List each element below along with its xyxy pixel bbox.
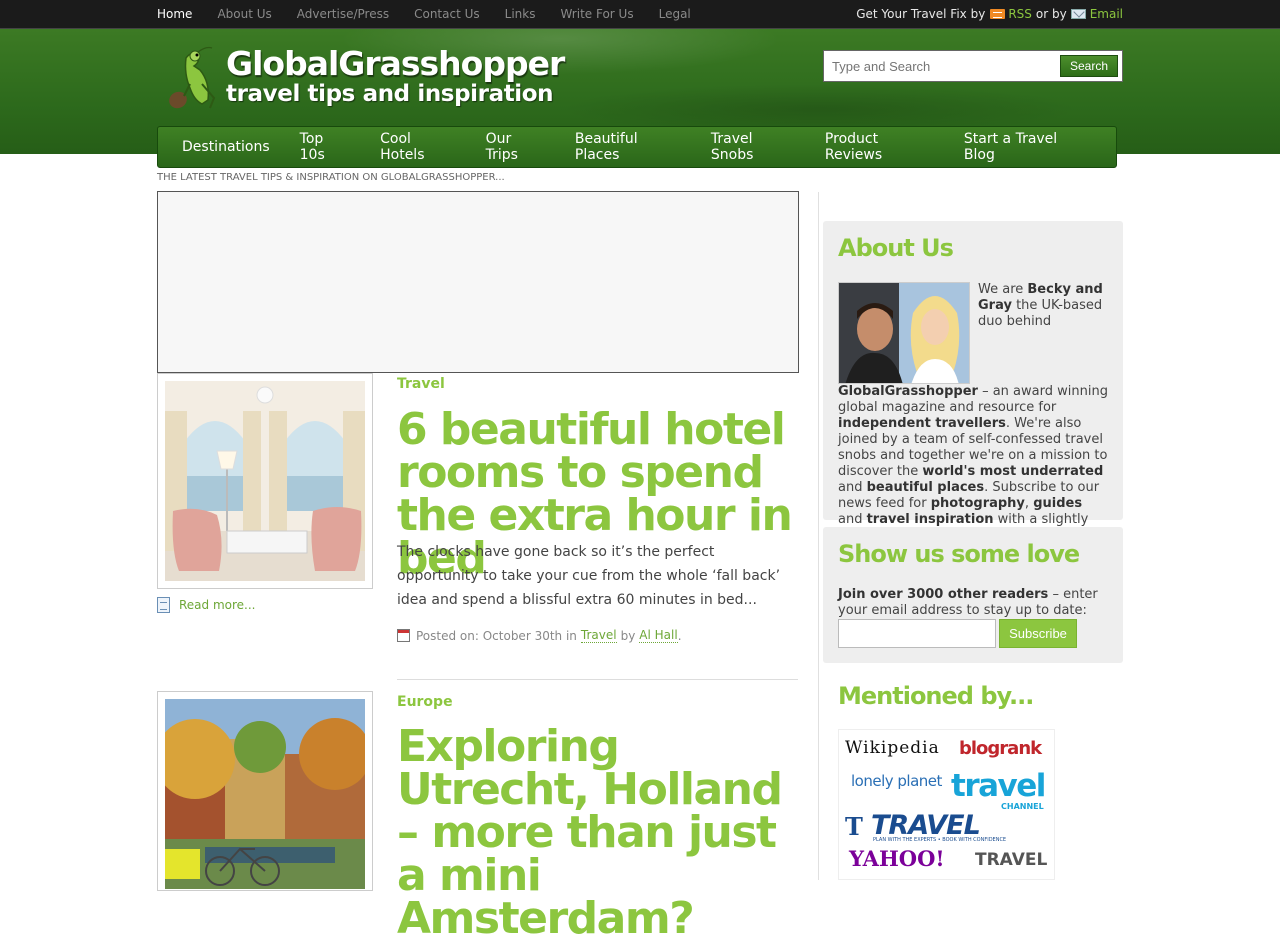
about-text-part: and [838,512,867,527]
post-excerpt: The clocks have gone back so it’s the pe… [397,544,781,608]
email-icon[interactable] [1070,9,1086,19]
rss-link[interactable]: RSS [1008,7,1032,21]
nav-top-10s[interactable]: Top 10s [300,131,350,163]
post-thumbnail[interactable] [157,373,373,589]
nav-beautiful-places[interactable]: Beautiful Places [575,131,681,163]
mentioned-title: Mentioned by... [838,682,1034,710]
about-bold-part: guides [1033,496,1083,511]
nav-travel-snobs[interactable]: Travel Snobs [711,131,795,163]
about-text-part: and [838,480,867,495]
post-category[interactable]: Travel [397,376,445,392]
telegraph-t-icon: T [845,812,863,841]
meta-category-link[interactable]: Travel [580,628,617,643]
travel-channel-logo[interactable]: travel [951,768,1046,804]
travel-fix: Get Your Travel Fix by RSS or by Email [856,0,1123,28]
email-field[interactable] [838,619,996,648]
about-bold-part: independent travellers [838,416,1006,431]
main-nav: Destinations Top 10s Cool Hotels Our Tri… [157,126,1117,168]
by-label: by [620,628,636,643]
top-nav-contact[interactable]: Contact Us [414,7,480,21]
latest-heading: THE LATEST TRAVEL TIPS & INSPIRATION ON … [157,172,505,183]
yahoo-logo[interactable]: YAHOO! [849,846,945,871]
about-text-part: We are [978,282,1028,297]
post-divider [397,679,798,680]
calendar-icon [397,629,410,642]
post-category[interactable]: Europe [397,694,453,710]
author-link[interactable]: Al Hall [639,628,678,643]
about-bold-part: travel inspiration [866,512,994,527]
search-button[interactable]: Search [1060,55,1118,77]
hotel-room-image[interactable] [165,381,365,581]
subscribe-title: Show us some love [838,540,1080,568]
subscribe-text: Join over 3000 other readers – enter you… [838,587,1108,619]
travel-channel-sub: CHANNEL [1001,802,1044,811]
top-nav-links[interactable]: Links [505,7,536,21]
post-thumbnail[interactable] [157,691,373,891]
about-text-part: , [1024,496,1034,511]
nav-cool-hotels[interactable]: Cool Hotels [380,131,456,163]
about-bold-part: beautiful places [866,480,985,495]
post-meta: Posted on: October 30th in Travel by Al … [397,628,682,643]
search-input[interactable] [825,52,1055,80]
about-bold-part: GlobalGrasshopper [838,384,978,399]
travel-fix-label: Get Your Travel Fix by [856,7,986,21]
read-more-label[interactable]: Read more... [179,598,256,612]
subscribe-button[interactable]: Subscribe [999,619,1077,648]
search-box: Search [823,50,1123,82]
nav-product-reviews[interactable]: Product Reviews [825,131,934,163]
column-separator [818,192,819,880]
top-nav-about-us[interactable]: About Us [217,7,271,21]
top-nav: Home About Us Advertise/Press Contact Us… [157,0,716,28]
logo-title[interactable]: GlobalGrasshopper [226,44,565,83]
top-nav-legal[interactable]: Legal [659,7,691,21]
about-bold-part: world's most underrated [922,464,1104,479]
blogrank-logo[interactable]: blogrank [959,738,1042,759]
document-icon [157,597,170,613]
nav-start-a-travel-blog[interactable]: Start a Travel Blog [964,131,1086,163]
featured-slider-box[interactable] [157,191,799,373]
mentioned-logos: Wikipedia blogrank lonely planet travel … [838,729,1055,880]
meta-end: . [677,628,682,643]
top-bar: Home About Us Advertise/Press Contact Us… [0,0,1280,29]
nav-our-trips[interactable]: Our Trips [486,131,545,163]
wikipedia-logo[interactable]: Wikipedia [845,738,940,758]
about-title: About Us [838,234,954,262]
or-by-label: or by [1035,7,1067,21]
about-text: We are Becky and Gray the UK-based duo b… [838,282,1110,544]
top-nav-advertise[interactable]: Advertise/Press [297,7,389,21]
yahoo-travel-label: TRAVEL [975,850,1048,870]
top-nav-write-for-us[interactable]: Write For Us [560,7,633,21]
email-link[interactable]: Email [1090,7,1123,21]
nav-destinations[interactable]: Destinations [182,139,270,155]
post-title[interactable]: Exploring Utrecht, Holland – more than j… [397,725,807,941]
top-nav-home[interactable]: Home [157,7,192,21]
grasshopper-logo-icon[interactable] [158,44,228,116]
utrecht-canal-image[interactable] [165,699,365,889]
about-bold-part: photography [930,496,1025,511]
read-more-link[interactable]: Read more... [157,597,256,613]
telegraph-tagline: PLAN WITH THE EXPERTS • BOOK WITH CONFID… [873,837,1007,843]
rss-icon[interactable] [990,9,1006,19]
lonely-planet-logo[interactable]: lonely planet [851,772,942,790]
posted-on-label: Posted on: October 30th in [416,628,577,643]
logo-tagline: travel tips and inspiration [226,81,554,107]
subscribe-bold: Join over 3000 other readers [838,587,1049,602]
